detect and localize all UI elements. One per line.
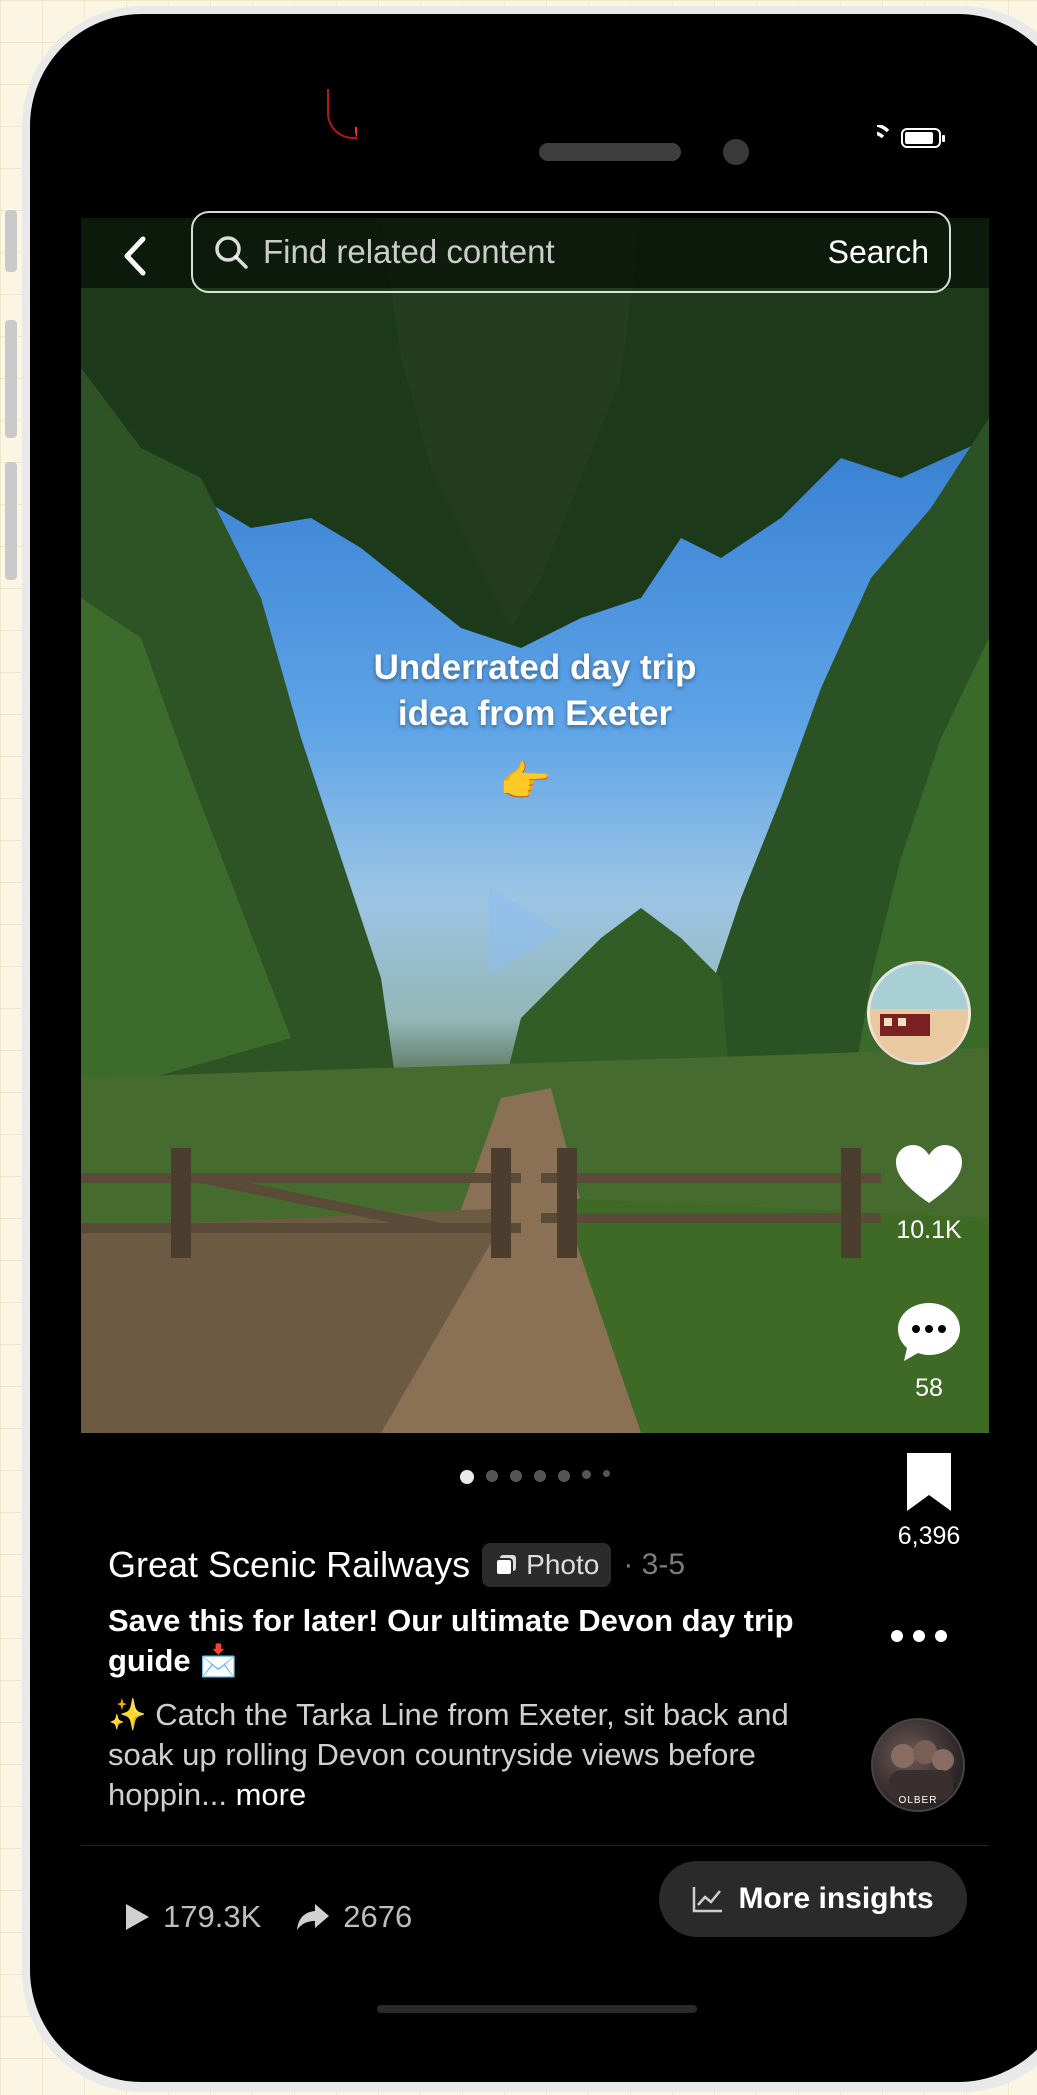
page-dot bbox=[510, 1470, 522, 1482]
post-body-text: ✨ Catch the Tarka Line from Exeter, sit … bbox=[108, 1697, 789, 1812]
phone-screen: Underrated day trip idea from Exeter 👉 F… bbox=[81, 63, 989, 2033]
search-input[interactable]: Find related content bbox=[263, 233, 828, 271]
overlay-line-1: Underrated day trip bbox=[373, 648, 697, 687]
more-insights-label: More insights bbox=[738, 1882, 934, 1915]
share-arrow-icon bbox=[297, 1904, 330, 1930]
bookmark-icon bbox=[907, 1453, 951, 1511]
heart-icon bbox=[896, 1145, 962, 1203]
earpiece-speaker bbox=[539, 143, 681, 161]
comment-count: 58 bbox=[915, 1374, 943, 1402]
post-type-label: Photo bbox=[526, 1549, 600, 1580]
post-author-row: Great Scenic Railways Photo · 3-5 bbox=[108, 1543, 685, 1587]
post-date: · 3-5 bbox=[623, 1548, 685, 1581]
phone-volume-up-button bbox=[5, 320, 17, 438]
page-dot bbox=[558, 1470, 570, 1482]
post-stats-row: 179.3K 2676 bbox=[123, 1899, 412, 1935]
dynamic-island bbox=[357, 83, 877, 199]
play-icon[interactable] bbox=[485, 883, 565, 979]
stats-divider bbox=[81, 1845, 989, 1846]
post-type-badge: Photo bbox=[482, 1543, 612, 1587]
save-button[interactable]: 6,396 bbox=[881, 1451, 977, 1551]
comment-bubble-icon bbox=[898, 1303, 960, 1361]
channel-avatar[interactable]: OLBER bbox=[871, 1718, 965, 1812]
more-insights-button[interactable]: More insights bbox=[659, 1861, 967, 1937]
back-arrow-icon[interactable] bbox=[117, 233, 153, 279]
battery-icon bbox=[901, 128, 945, 148]
carousel-page-indicator bbox=[81, 1470, 989, 1484]
play-count-stat: 179.3K bbox=[123, 1899, 261, 1935]
save-count: 6,396 bbox=[897, 1522, 961, 1550]
phone-volume-down-button bbox=[5, 462, 17, 580]
comment-button[interactable]: 58 bbox=[881, 1299, 977, 1403]
like-count: 10.1K bbox=[896, 1216, 962, 1244]
page-dot bbox=[486, 1470, 498, 1482]
share-count-stat: 2676 bbox=[295, 1899, 412, 1935]
like-button[interactable]: 10.1K bbox=[881, 1143, 977, 1245]
home-indicator[interactable] bbox=[377, 2005, 697, 2013]
line-chart-icon bbox=[693, 1887, 723, 1913]
more-link[interactable]: more bbox=[236, 1777, 307, 1812]
share-count: 2676 bbox=[343, 1899, 413, 1934]
page-dot bbox=[582, 1470, 591, 1479]
ellipsis-icon bbox=[891, 1630, 947, 1642]
channel-avatar-label: OLBER bbox=[898, 1795, 938, 1806]
front-camera bbox=[723, 139, 749, 165]
page-dot bbox=[603, 1470, 610, 1477]
forest-photo bbox=[81, 218, 989, 1433]
photo-icon bbox=[495, 1555, 517, 1576]
search-icon bbox=[215, 236, 248, 269]
phone-side-button-top bbox=[5, 210, 17, 272]
page-dot-active bbox=[460, 1470, 474, 1484]
more-options-button[interactable] bbox=[889, 1609, 949, 1654]
overlay-line-2: idea from Exeter bbox=[397, 694, 673, 733]
play-count-icon bbox=[126, 1904, 149, 1930]
author-name[interactable]: Great Scenic Railways bbox=[108, 1544, 470, 1586]
search-bar[interactable]: Find related content Search bbox=[191, 211, 951, 293]
play-count: 179.3K bbox=[163, 1899, 262, 1934]
post-description[interactable]: ✨ Catch the Tarka Line from Exeter, sit … bbox=[108, 1695, 808, 1815]
pointing-hand-emoji: 👉 bbox=[499, 758, 552, 805]
creator-thumbnail-avatar[interactable] bbox=[867, 961, 971, 1065]
search-button[interactable]: Search bbox=[828, 234, 929, 271]
page-dot bbox=[534, 1470, 546, 1482]
post-title: Save this for later! Our ultimate Devon … bbox=[108, 1603, 794, 1678]
post-media-carousel[interactable]: Underrated day trip idea from Exeter 👉 bbox=[81, 218, 989, 1433]
media-caption-overlay: Underrated day trip idea from Exeter bbox=[81, 645, 989, 737]
